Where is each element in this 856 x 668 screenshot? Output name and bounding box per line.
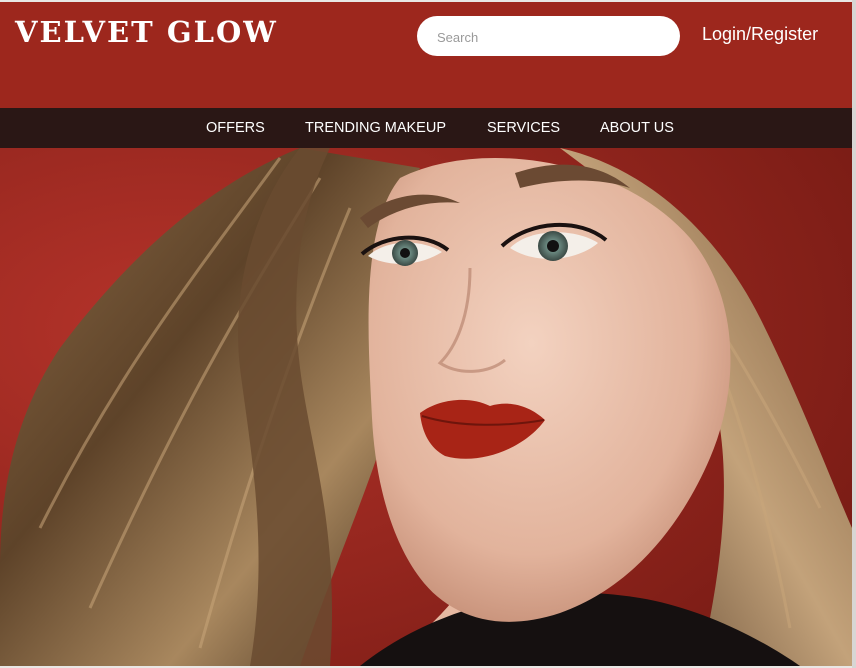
login-register-link[interactable]: Login/Register <box>702 24 818 45</box>
search-input[interactable] <box>435 26 669 48</box>
main-nav: OFFERS TRENDING MAKEUP SERVICES ABOUT US <box>0 108 852 148</box>
nav-item-offers[interactable]: OFFERS <box>206 120 265 136</box>
brand-logo[interactable]: VELVET GLOW <box>15 15 278 49</box>
search-bar[interactable] <box>417 16 680 56</box>
window-edge <box>852 0 856 668</box>
site-header: VELVET GLOW Login/Register <box>0 2 852 108</box>
nav-item-services[interactable]: SERVICES <box>487 120 560 136</box>
nav-item-trending-makeup[interactable]: TRENDING MAKEUP <box>305 120 446 136</box>
nav-item-about-us[interactable]: ABOUT US <box>600 120 674 136</box>
hero-image <box>0 148 852 666</box>
model-portrait-illustration <box>0 148 852 666</box>
page: VELVET GLOW Login/Register OFFERS TRENDI… <box>0 2 852 666</box>
